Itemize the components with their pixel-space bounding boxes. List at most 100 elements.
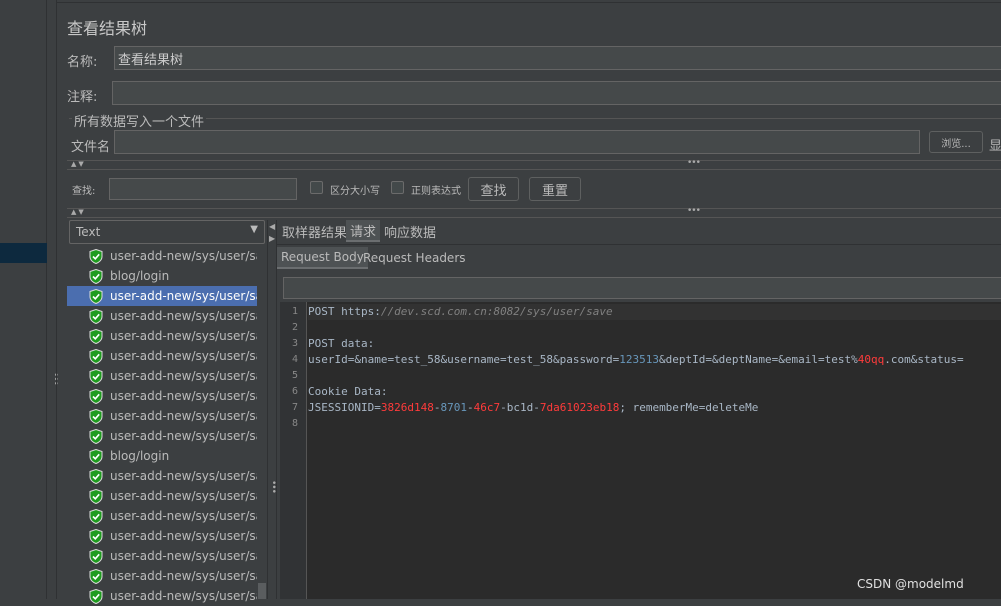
page-title: 查看结果树 bbox=[67, 19, 148, 38]
divider bbox=[67, 169, 1001, 170]
tree-item-label: user-add-new/sys/user/save bbox=[110, 389, 257, 403]
divider bbox=[57, 2, 1001, 3]
request-body-editor[interactable] bbox=[280, 302, 1001, 599]
divider bbox=[67, 217, 1001, 218]
group-border bbox=[69, 118, 1001, 119]
success-shield-icon bbox=[89, 308, 103, 324]
tree-item[interactable]: user-add-new/sys/user/save bbox=[67, 306, 257, 326]
tab-2[interactable]: 响应数据 bbox=[380, 220, 440, 242]
tree-item[interactable]: user-add-new/sys/user/save bbox=[67, 466, 257, 486]
tree-item[interactable]: user-add-new/sys/user/save bbox=[67, 586, 257, 606]
tree-item-label: user-add-new/sys/user/save bbox=[110, 349, 257, 363]
expand-right-icon[interactable]: ▶ bbox=[269, 234, 275, 243]
tree-item[interactable]: user-add-new/sys/user/save bbox=[67, 326, 257, 346]
tree-item-label: user-add-new/sys/user/save bbox=[110, 409, 257, 423]
tree-item-label: user-add-new/sys/user/save bbox=[110, 569, 257, 583]
code-token: &deptId=&deptName=&email=test% bbox=[659, 353, 858, 366]
success-shield-icon bbox=[89, 548, 103, 564]
find-button[interactable]: 查找 bbox=[468, 177, 519, 201]
tree-item[interactable]: blog/login bbox=[67, 446, 257, 466]
regex-checkbox[interactable] bbox=[391, 181, 404, 194]
line-number: 7 bbox=[291, 402, 298, 413]
code-token: POST https: bbox=[308, 305, 381, 318]
collapse-arrows[interactable]: ▲▼ bbox=[71, 160, 86, 168]
display-label: 显 bbox=[989, 139, 1001, 154]
search-input[interactable] bbox=[109, 178, 297, 200]
code-token: Cookie Data: bbox=[308, 385, 388, 398]
tree-item-label: user-add-new/sys/user/save bbox=[110, 249, 257, 263]
tree-item-label: user-add-new/sys/user/save bbox=[110, 509, 257, 523]
code-token: 3826d148 bbox=[380, 401, 434, 414]
left-tree-selected-row[interactable] bbox=[0, 243, 47, 263]
tree-item-label: user-add-new/sys/user/save bbox=[110, 549, 257, 563]
tree-item[interactable]: user-add-new/sys/user/save bbox=[67, 406, 257, 426]
success-shield-icon bbox=[89, 428, 103, 444]
code-token: 46c7 bbox=[473, 401, 501, 414]
code-token: 7da61023eb18 bbox=[539, 401, 620, 414]
line-number: 8 bbox=[291, 418, 298, 429]
tree-item[interactable]: user-add-new/sys/user/save bbox=[67, 426, 257, 446]
divider bbox=[267, 220, 268, 599]
code-token: - bbox=[466, 401, 474, 414]
tab-1[interactable]: 请求 bbox=[346, 220, 381, 242]
comment-input[interactable] bbox=[112, 81, 1001, 105]
subtab-1[interactable]: Request Headers bbox=[359, 247, 470, 269]
browse-button[interactable]: 浏览... bbox=[929, 131, 983, 153]
code-line: JSESSIONID=3826d148-8701-46c7-bc1d-7da61… bbox=[308, 400, 758, 416]
renderer-select-value: Text bbox=[76, 225, 101, 239]
filename-input[interactable] bbox=[114, 130, 920, 154]
tree-item[interactable]: blog/login bbox=[67, 266, 257, 286]
splitter-handle[interactable]: ••• bbox=[687, 206, 701, 216]
code-token: ; rememberMe=deleteMe bbox=[619, 401, 759, 414]
reset-button[interactable]: 重置 bbox=[529, 177, 581, 201]
code-line: Cookie Data: bbox=[308, 384, 387, 400]
success-shield-icon bbox=[89, 508, 103, 524]
success-shield-icon bbox=[89, 568, 103, 584]
tree-item[interactable]: user-add-new/sys/user/save bbox=[67, 286, 257, 306]
tree-item[interactable]: user-add-new/sys/user/save bbox=[67, 526, 257, 546]
tree-item-label: user-add-new/sys/user/save bbox=[110, 309, 257, 323]
subtab-0[interactable]: Request Body bbox=[277, 247, 368, 269]
tree-item[interactable]: user-add-new/sys/user/save bbox=[67, 486, 257, 506]
tree-item[interactable]: user-add-new/sys/user/save bbox=[67, 546, 257, 566]
splitter-handle[interactable]: ••• bbox=[50, 372, 60, 385]
success-shield-icon bbox=[89, 448, 103, 464]
tree-scrollbar[interactable] bbox=[258, 583, 266, 599]
collapse-left-icon[interactable]: ◀ bbox=[269, 222, 275, 231]
tree-item-label: blog/login bbox=[110, 269, 170, 283]
tree-item[interactable]: user-add-new/sys/user/save bbox=[67, 386, 257, 406]
tree-item-label: blog/login bbox=[110, 449, 170, 463]
line-number: 3 bbox=[291, 338, 298, 349]
tree-item[interactable]: user-add-new/sys/user/save bbox=[67, 566, 257, 586]
watermark: CSDN @modelmd bbox=[857, 577, 964, 591]
collapse-arrows[interactable]: ▲▼ bbox=[71, 208, 86, 216]
divider bbox=[67, 208, 1001, 209]
case-sensitive-label: 区分大小写 bbox=[330, 186, 380, 197]
tab-0[interactable]: 取样器结果 bbox=[278, 220, 351, 242]
tree-item[interactable]: user-add-new/sys/user/save bbox=[67, 246, 257, 266]
name-input[interactable] bbox=[114, 46, 1001, 70]
code-line: userId=&name=test_58&username=test_58&pa… bbox=[308, 352, 964, 368]
left-tree-panel bbox=[0, 0, 47, 599]
code-token: 40qq bbox=[857, 353, 885, 366]
success-shield-icon bbox=[89, 488, 103, 504]
success-shield-icon bbox=[89, 368, 103, 384]
success-shield-icon bbox=[89, 408, 103, 424]
renderer-select[interactable]: Text ▼ bbox=[69, 220, 265, 244]
tree-item[interactable]: user-add-new/sys/user/save bbox=[67, 506, 257, 526]
splitter-handle[interactable]: ••• bbox=[687, 158, 701, 168]
case-sensitive-checkbox[interactable] bbox=[310, 181, 323, 194]
success-shield-icon bbox=[89, 268, 103, 284]
request-search-field[interactable] bbox=[283, 277, 1001, 299]
code-token: 123513 bbox=[619, 353, 660, 366]
tree-item-label: user-add-new/sys/user/save bbox=[110, 369, 257, 383]
tree-item[interactable]: user-add-new/sys/user/save bbox=[67, 346, 257, 366]
success-shield-icon bbox=[89, 468, 103, 484]
success-shield-icon bbox=[89, 288, 103, 304]
filename-label: 文件名 bbox=[71, 140, 111, 155]
success-shield-icon bbox=[89, 388, 103, 404]
regex-label: 正则表达式 bbox=[411, 186, 461, 197]
line-number: 6 bbox=[291, 386, 298, 397]
tree-item-label: user-add-new/sys/user/save bbox=[110, 329, 257, 343]
tree-item[interactable]: user-add-new/sys/user/save bbox=[67, 366, 257, 386]
